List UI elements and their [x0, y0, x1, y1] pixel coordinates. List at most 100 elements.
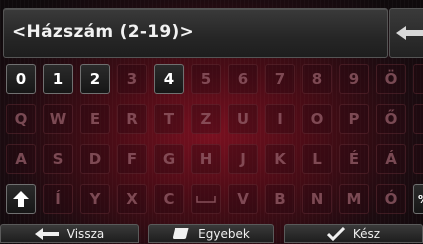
back-button-label: Vissza	[66, 226, 105, 241]
space-key	[191, 184, 221, 214]
key-label: K	[274, 150, 286, 168]
other-button[interactable]: Egyebek	[148, 224, 274, 243]
key-label: W	[49, 110, 67, 128]
key-label: 3	[126, 70, 138, 88]
key-label: Ó	[384, 190, 398, 208]
other-button-label: Egyebek	[198, 226, 250, 241]
key-label: É	[348, 150, 360, 168]
key-label: B	[274, 190, 286, 208]
key-label: Z	[200, 110, 212, 128]
key-label: G	[162, 150, 176, 168]
key-Ó: Ó	[376, 184, 406, 214]
key-A: A	[6, 144, 36, 174]
key-label: F	[126, 150, 138, 168]
key-label: N	[310, 190, 324, 208]
key-P: P	[339, 104, 369, 134]
key-label: 8	[311, 70, 323, 88]
key-0[interactable]: 0	[6, 64, 36, 94]
back-button[interactable]: Vissza	[0, 224, 139, 243]
key-label: H	[199, 150, 213, 168]
key-5: 5	[191, 64, 221, 94]
rounded-square-icon	[173, 228, 189, 239]
key-1[interactable]: 1	[43, 64, 73, 94]
key-É: É	[339, 144, 369, 174]
done-button-label: Kész	[352, 226, 381, 241]
key-M: M	[339, 184, 369, 214]
key-label: Í	[55, 190, 61, 208]
key-H: H	[191, 144, 221, 174]
key-9: 9	[339, 64, 369, 94]
key-L: L	[302, 144, 332, 174]
backspace-arrow-icon	[396, 26, 423, 40]
key-3: 3	[117, 64, 147, 94]
key-label: 2	[89, 70, 101, 88]
key-Ü: Ü	[413, 64, 423, 94]
key-Ű: Ű	[413, 144, 423, 174]
key-R: R	[117, 104, 147, 134]
checkmark-icon	[326, 226, 345, 241]
key-label: 7	[274, 70, 286, 88]
key-T: T	[154, 104, 184, 134]
key-label: I	[277, 110, 283, 128]
key-label: X	[126, 190, 138, 208]
key-Ö: Ö	[376, 64, 406, 94]
key-label: P	[348, 110, 360, 128]
key-Y: Y	[80, 184, 110, 214]
key-7: 7	[265, 64, 295, 94]
done-button[interactable]: Kész	[284, 224, 423, 243]
house-number-input[interactable]: <Házszám (2-19)>	[3, 8, 388, 58]
key-F: F	[117, 144, 147, 174]
key-label: E	[89, 110, 101, 128]
key-label: U	[236, 110, 250, 128]
key-label: T	[163, 110, 175, 128]
key-Á: Á	[376, 144, 406, 174]
key-G: G	[154, 144, 184, 174]
key-Z: Z	[191, 104, 221, 134]
key-label: R	[126, 110, 138, 128]
key-S: S	[43, 144, 73, 174]
key-label: Á	[385, 150, 397, 168]
key-label: 4	[163, 70, 175, 88]
input-placeholder: <Házszám (2-19)>	[12, 22, 195, 42]
key-V: V	[228, 184, 258, 214]
key-label: L	[312, 150, 322, 168]
key-label: 0	[15, 70, 27, 88]
key-I: I	[265, 104, 295, 134]
key-label: %/!	[418, 193, 423, 206]
key-label: Q	[14, 110, 28, 128]
space-icon	[196, 196, 216, 203]
key-label: 5	[200, 70, 212, 88]
key-2[interactable]: 2	[80, 64, 110, 94]
key-label: 1	[52, 70, 64, 88]
key-8: 8	[302, 64, 332, 94]
key-E: E	[80, 104, 110, 134]
key-label: Ö	[384, 70, 398, 88]
key-W: W	[43, 104, 73, 134]
key-label: Y	[89, 190, 101, 208]
key-C: C	[154, 184, 184, 214]
key-6: 6	[228, 64, 258, 94]
key-label: M	[346, 190, 362, 208]
key-label: D	[88, 150, 102, 168]
key-Ú: Ú	[413, 104, 423, 134]
key-N: N	[302, 184, 332, 214]
key-label: O	[310, 110, 324, 128]
key-Ő: Ő	[376, 104, 406, 134]
left-arrow-icon	[34, 227, 59, 240]
key-label: 9	[348, 70, 360, 88]
key-U: U	[228, 104, 258, 134]
key-X: X	[117, 184, 147, 214]
key-label: A	[15, 150, 27, 168]
key-%/![interactable]: %/!	[413, 184, 423, 214]
key-label: J	[240, 150, 246, 168]
key-K: K	[265, 144, 295, 174]
key-O: O	[302, 104, 332, 134]
key-label: S	[52, 150, 64, 168]
key-label: C	[163, 190, 175, 208]
key-4[interactable]: 4	[154, 64, 184, 94]
shift-key[interactable]	[6, 184, 36, 214]
backspace-button[interactable]	[389, 8, 423, 58]
key-label: V	[237, 190, 249, 208]
key-label: 6	[237, 70, 249, 88]
key-label: Ő	[384, 110, 398, 128]
